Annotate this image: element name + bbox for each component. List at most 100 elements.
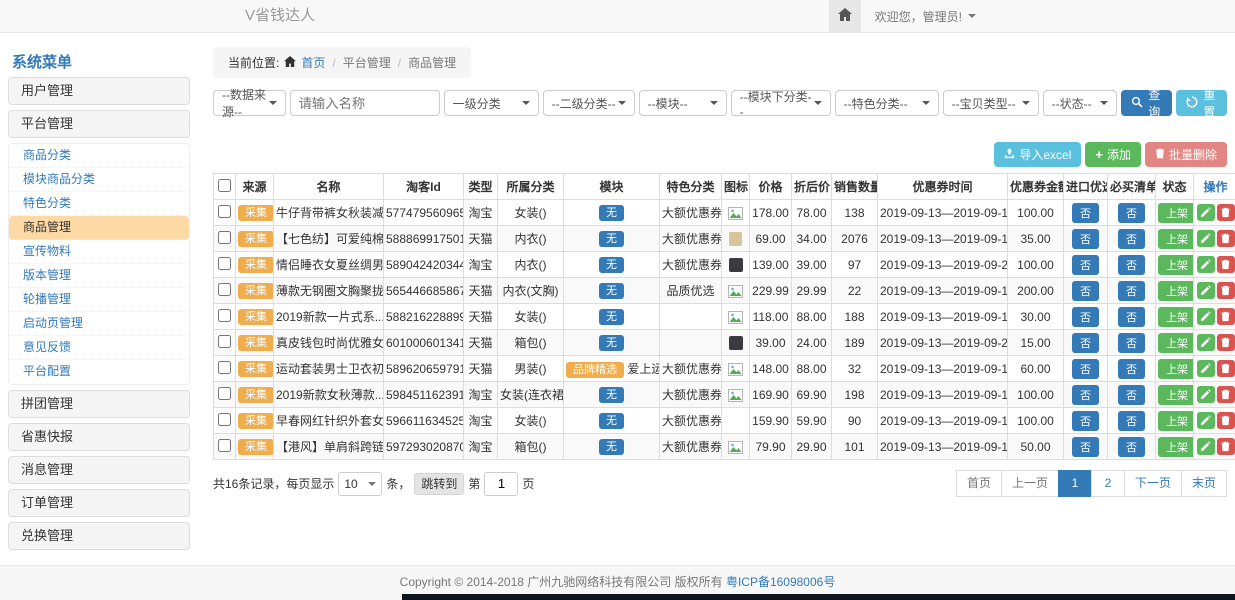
import-select-toggle[interactable]: 否: [1072, 203, 1099, 223]
must-buy-toggle[interactable]: 否: [1118, 307, 1145, 327]
sidebar-item[interactable]: 商品分类: [9, 144, 189, 168]
sidebar-item[interactable]: 模块商品分类: [9, 168, 189, 192]
delete-button[interactable]: [1217, 282, 1235, 299]
must-buy-toggle[interactable]: 否: [1118, 203, 1145, 223]
status-toggle[interactable]: 上架: [1158, 385, 1194, 405]
must-buy-toggle[interactable]: 否: [1118, 385, 1145, 405]
must-buy-toggle[interactable]: 否: [1118, 359, 1145, 379]
sidebar-item[interactable]: 启动页管理: [9, 312, 189, 336]
name-search-input[interactable]: [290, 90, 440, 116]
must-buy-toggle[interactable]: 否: [1118, 229, 1145, 249]
sidebar-item[interactable]: 商品管理: [9, 216, 189, 240]
edit-button[interactable]: [1197, 360, 1215, 377]
sidebar-item[interactable]: 轮播管理: [9, 288, 189, 312]
import-select-toggle[interactable]: 否: [1072, 359, 1099, 379]
status-toggle[interactable]: 上架: [1158, 411, 1194, 431]
must-buy-toggle[interactable]: 否: [1118, 333, 1145, 353]
sidebar-item[interactable]: 版本管理: [9, 264, 189, 288]
select-all-checkbox[interactable]: [218, 179, 231, 192]
sidebar-group-platform[interactable]: 平台管理: [8, 110, 190, 138]
sidebar-item[interactable]: 宣传物料: [9, 240, 189, 264]
filter-select[interactable]: --二级分类--: [543, 90, 635, 116]
delete-button[interactable]: [1217, 256, 1235, 273]
delete-button[interactable]: [1217, 334, 1235, 351]
row-checkbox[interactable]: [218, 283, 231, 296]
filter-select[interactable]: --模块下分类--: [731, 90, 831, 116]
delete-button[interactable]: [1217, 438, 1235, 455]
breadcrumb-home-link[interactable]: 首页: [301, 54, 325, 71]
edit-button[interactable]: [1197, 204, 1215, 221]
search-button[interactable]: 查询: [1121, 90, 1172, 116]
delete-button[interactable]: [1217, 308, 1235, 325]
edit-button[interactable]: [1197, 256, 1215, 273]
edit-button[interactable]: [1197, 230, 1215, 247]
status-toggle[interactable]: 上架: [1158, 333, 1194, 353]
delete-button[interactable]: [1217, 230, 1235, 247]
sidebar-item[interactable]: 平台配置: [9, 360, 189, 384]
jump-to-button[interactable]: 跳转到: [414, 473, 464, 495]
import-select-toggle[interactable]: 否: [1072, 333, 1099, 353]
sidebar-item[interactable]: 意见反馈: [9, 336, 189, 360]
import-select-toggle[interactable]: 否: [1072, 437, 1099, 457]
filter-select[interactable]: 一级分类: [444, 90, 539, 116]
row-checkbox[interactable]: [218, 361, 231, 374]
page-button[interactable]: 2: [1091, 470, 1125, 497]
row-checkbox[interactable]: [218, 309, 231, 322]
row-checkbox[interactable]: [218, 439, 231, 452]
import-select-toggle[interactable]: 否: [1072, 255, 1099, 275]
status-toggle[interactable]: 上架: [1158, 437, 1194, 457]
filter-select[interactable]: --宝贝类型--: [943, 90, 1039, 116]
edit-button[interactable]: [1197, 308, 1215, 325]
batch-delete-button[interactable]: 批量删除: [1145, 142, 1227, 167]
page-button[interactable]: 上一页: [1001, 470, 1059, 497]
per-page-select[interactable]: 10: [338, 472, 382, 496]
row-checkbox[interactable]: [218, 257, 231, 270]
status-toggle[interactable]: 上架: [1158, 229, 1194, 249]
row-checkbox[interactable]: [218, 205, 231, 218]
filter-select[interactable]: --状态--: [1043, 90, 1117, 116]
page-button[interactable]: 1: [1058, 470, 1092, 497]
delete-button[interactable]: [1217, 386, 1235, 403]
edit-button[interactable]: [1197, 334, 1215, 351]
edit-button[interactable]: [1197, 386, 1215, 403]
import-select-toggle[interactable]: 否: [1072, 281, 1099, 301]
page-button[interactable]: 下一页: [1124, 470, 1182, 497]
status-toggle[interactable]: 上架: [1158, 281, 1194, 301]
status-toggle[interactable]: 上架: [1158, 307, 1194, 327]
delete-button[interactable]: [1217, 412, 1235, 429]
data-source-select[interactable]: --数据来源--: [213, 90, 286, 116]
delete-button[interactable]: [1217, 204, 1235, 221]
import-select-toggle[interactable]: 否: [1072, 411, 1099, 431]
sidebar-group[interactable]: 订单管理: [8, 489, 190, 517]
import-select-toggle[interactable]: 否: [1072, 229, 1099, 249]
edit-button[interactable]: [1197, 282, 1215, 299]
sidebar-group[interactable]: 兑换管理: [8, 522, 190, 550]
row-checkbox[interactable]: [218, 413, 231, 426]
must-buy-toggle[interactable]: 否: [1118, 437, 1145, 457]
import-excel-button[interactable]: 导入excel: [994, 142, 1081, 167]
filter-select[interactable]: --特色分类--: [835, 90, 939, 116]
filter-select[interactable]: --模块--: [639, 90, 727, 116]
sidebar-group[interactable]: 消息管理: [8, 456, 190, 484]
must-buy-toggle[interactable]: 否: [1118, 281, 1145, 301]
home-button[interactable]: [829, 0, 861, 32]
status-toggle[interactable]: 上架: [1158, 359, 1194, 379]
icp-link[interactable]: 粤ICP备16098006号: [726, 575, 835, 589]
sidebar-item[interactable]: 特色分类: [9, 192, 189, 216]
jump-page-input[interactable]: [484, 472, 518, 496]
import-select-toggle[interactable]: 否: [1072, 385, 1099, 405]
edit-button[interactable]: [1197, 412, 1215, 429]
import-select-toggle[interactable]: 否: [1072, 307, 1099, 327]
sidebar-group-users[interactable]: 用户管理: [8, 77, 190, 105]
must-buy-toggle[interactable]: 否: [1118, 255, 1145, 275]
delete-button[interactable]: [1217, 360, 1235, 377]
must-buy-toggle[interactable]: 否: [1118, 411, 1145, 431]
row-checkbox[interactable]: [218, 231, 231, 244]
page-button[interactable]: 末页: [1181, 470, 1227, 497]
sidebar-group[interactable]: 拼团管理: [8, 390, 190, 418]
status-toggle[interactable]: 上架: [1158, 255, 1194, 275]
status-toggle[interactable]: 上架: [1158, 203, 1194, 223]
reset-button[interactable]: 重置: [1176, 90, 1227, 116]
row-checkbox[interactable]: [218, 335, 231, 348]
add-button[interactable]: + 添加: [1085, 142, 1141, 167]
